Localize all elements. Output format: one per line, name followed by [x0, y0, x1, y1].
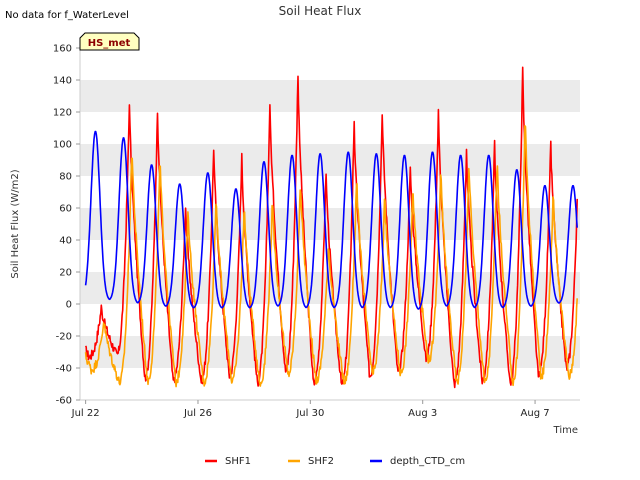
grid-band	[80, 144, 580, 176]
badge-label: HS_met	[88, 38, 131, 49]
y-tick-label: 0	[66, 300, 72, 311]
y-tick-label: -20	[56, 332, 72, 343]
legend-item: SHF2	[288, 456, 334, 467]
legend: SHF1 SHF2 depth_CTD_cm	[205, 456, 465, 467]
x-axis-title: Time	[553, 425, 578, 436]
x-tick-label: Aug 7	[521, 408, 550, 419]
y-tick-label: 80	[59, 172, 72, 183]
legend-item: SHF1	[205, 456, 251, 467]
no-data-note: No data for f_WaterLevel	[5, 10, 129, 21]
grid-band	[80, 336, 580, 368]
legend-label: depth_CTD_cm	[390, 456, 465, 467]
station-badge: HS_met	[79, 32, 140, 51]
x-axis-ticks: Jul 22 Jul 26 Jul 30 Aug 3 Aug 7	[71, 400, 550, 419]
x-tick-label: Jul 22	[71, 408, 100, 419]
y-axis-title: Soil Heat Flux (W/m2)	[10, 169, 21, 278]
legend-item: depth_CTD_cm	[370, 456, 465, 467]
legend-label: SHF2	[308, 456, 334, 467]
y-tick-label: 20	[59, 268, 72, 279]
legend-label: SHF1	[225, 456, 251, 467]
y-tick-label: 120	[53, 108, 72, 119]
y-tick-label: 40	[59, 236, 72, 247]
soil-heat-flux-chart: -60-40-20020406080100120140160 Jul 22 Jul…	[5, 4, 580, 467]
y-tick-label: 160	[53, 44, 72, 55]
x-tick-label: Jul 26	[183, 408, 212, 419]
y-axis-ticks: -60 -40 -20 0 20 40 60 80 100 120 140 160	[53, 44, 80, 407]
chart-title: Soil Heat Flux	[279, 4, 362, 18]
y-tick-label: 60	[59, 204, 72, 215]
x-tick-label: Jul 30	[295, 408, 324, 419]
y-tick-label: 140	[53, 76, 72, 87]
x-tick-label: Aug 3	[408, 408, 437, 419]
y-tick-label: 100	[53, 140, 72, 151]
y-tick-label: -60	[56, 396, 72, 407]
grid-band	[80, 80, 580, 112]
y-tick-label: -40	[56, 364, 72, 375]
